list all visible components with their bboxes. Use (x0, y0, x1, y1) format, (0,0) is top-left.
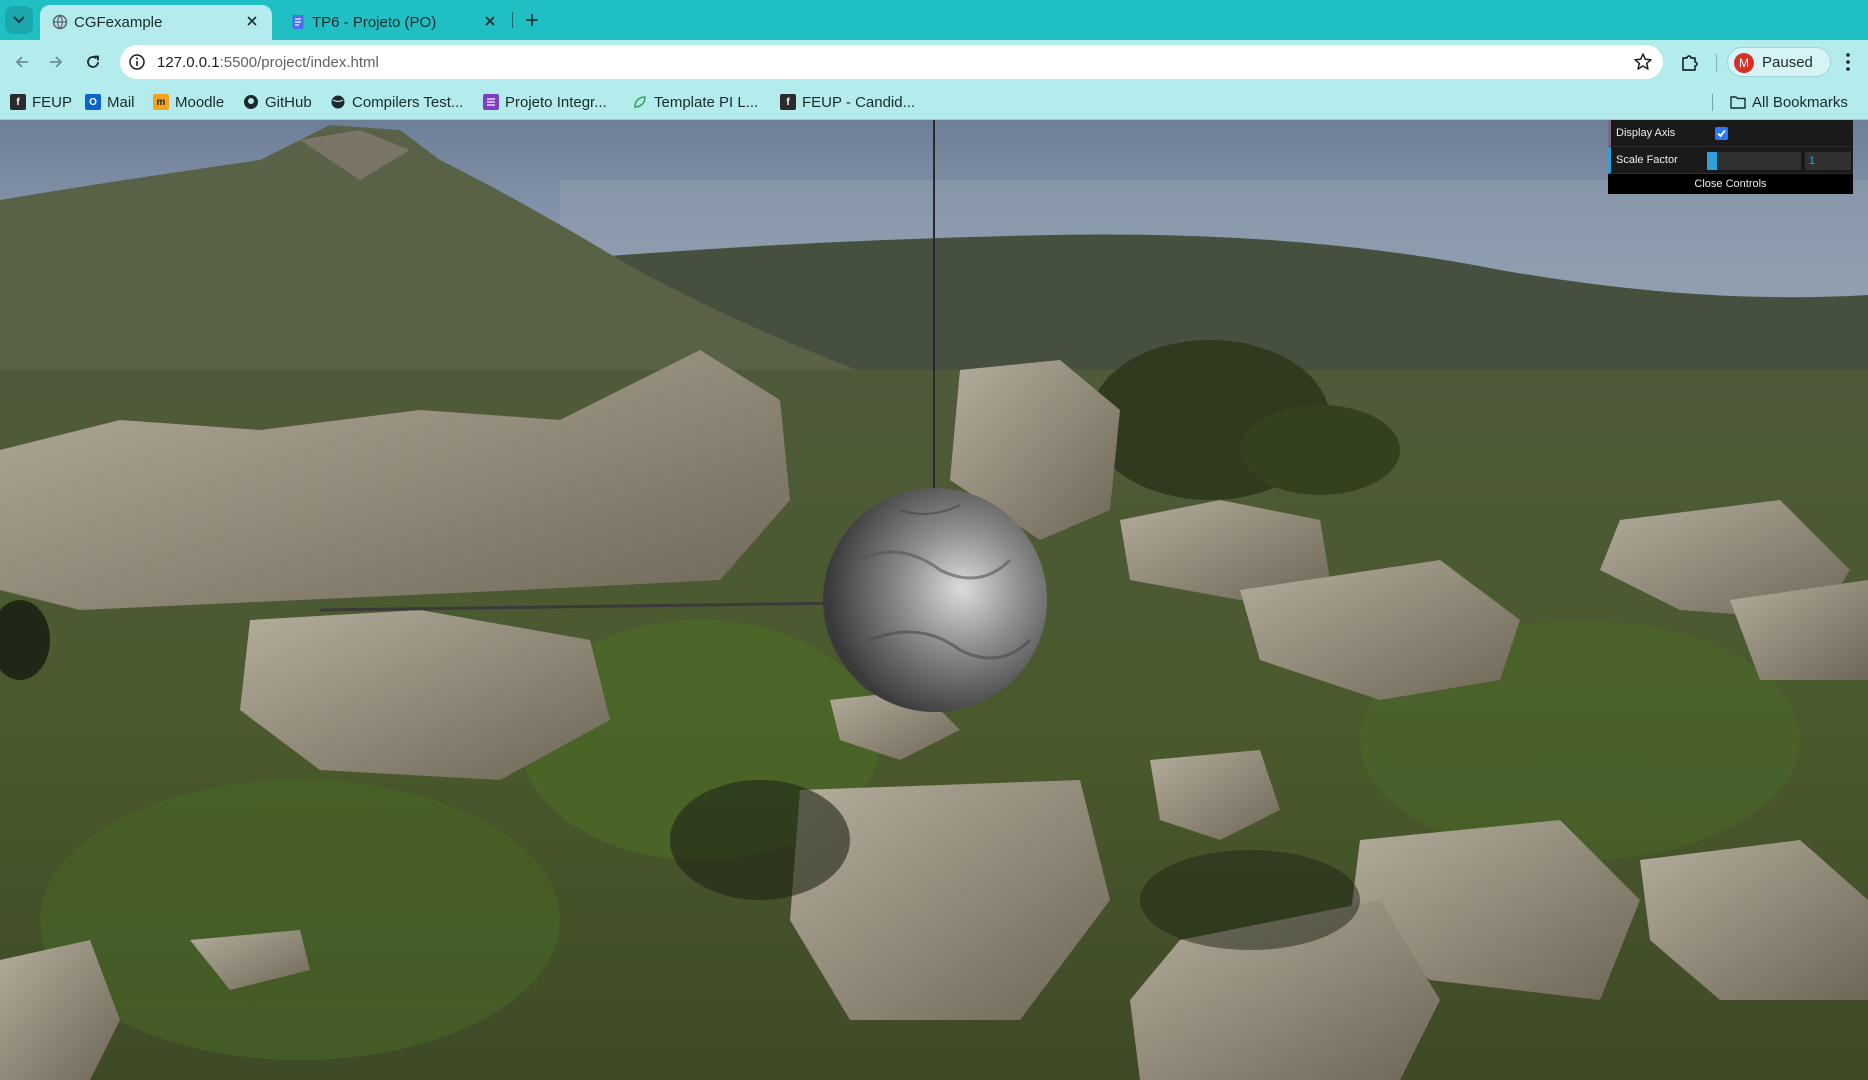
toolbar-divider (1716, 54, 1717, 72)
menu-dots-icon[interactable] (1836, 50, 1860, 74)
bookmark-star-icon[interactable] (1633, 52, 1653, 72)
bookmark-label: GitHub (265, 93, 312, 111)
moodle-icon: m (153, 94, 169, 110)
outlook-icon: O (85, 94, 101, 110)
bookmark-github[interactable]: GitHub (243, 91, 312, 113)
url-host: 127.0.0.1 (157, 54, 220, 71)
bookmark-label: Template PI L... (654, 93, 759, 111)
leaf-icon (632, 94, 648, 110)
feup-icon: f (780, 94, 796, 110)
display-axis-checkbox[interactable] (1715, 127, 1728, 140)
site-info-icon[interactable] (128, 53, 146, 71)
tab-strip: CGFexample TP6 - Projeto (PO) (0, 0, 1868, 40)
checkmark-icon (1717, 129, 1726, 138)
github-icon (243, 94, 259, 110)
close-controls-button[interactable]: Close Controls (1608, 174, 1853, 194)
bookmark-compilers-test[interactable]: Compilers Test... (330, 91, 463, 113)
folder-icon (1730, 94, 1746, 110)
bookmark-moodle[interactable]: m Moodle (153, 91, 224, 113)
reload-icon (87, 55, 99, 68)
display-axis-label: Display Axis (1616, 127, 1676, 139)
bookmark-label: Compilers Test... (352, 93, 464, 111)
bookmarks-divider (1712, 94, 1713, 111)
globe-icon (330, 94, 346, 110)
bookmark-label: FEUP (32, 93, 73, 111)
bookmark-template-pi[interactable]: Template PI L... (632, 91, 758, 113)
bookmark-feup[interactable]: f FEUP (10, 91, 72, 113)
tab-title: CGFexample (74, 14, 163, 31)
scale-factor-label: Scale Factor (1616, 154, 1678, 166)
new-tab-button[interactable] (520, 8, 544, 32)
scale-factor-row: Scale Factor 1 (1608, 147, 1853, 174)
avatar: M (1734, 53, 1754, 73)
reload-button[interactable] (79, 48, 107, 76)
bookmark-label: All Bookmarks (1752, 93, 1848, 111)
tab-divider (512, 12, 513, 28)
chevron-down-icon (13, 16, 25, 24)
tab-search-button[interactable] (5, 6, 33, 34)
browser-toolbar: 127.0.0.1:5500/project/index.html M Paus… (0, 40, 1868, 84)
arrow-left-icon (15, 56, 28, 68)
bookmark-feup-candid[interactable]: f FEUP - Candid... (780, 91, 915, 113)
bookmark-projeto-integr[interactable]: Projeto Integr... (483, 91, 607, 113)
tab-close-button[interactable] (480, 11, 500, 31)
profile-button[interactable]: M Paused (1727, 47, 1831, 77)
tab-tp6-projeto[interactable]: TP6 - Projeto (PO) (278, 5, 510, 40)
bookmark-label: Projeto Integr... (505, 93, 607, 111)
all-bookmarks-button[interactable]: All Bookmarks (1730, 91, 1848, 113)
address-bar[interactable]: 127.0.0.1:5500/project/index.html (120, 45, 1663, 79)
profile-status: Paused (1762, 54, 1813, 71)
webgl-canvas[interactable] (0, 120, 1868, 1080)
tab-close-button[interactable] (242, 11, 262, 31)
plus-icon (526, 14, 538, 26)
url-text[interactable]: 127.0.0.1:5500/project/index.html (157, 54, 379, 71)
tab-title: TP6 - Projeto (PO) (312, 14, 437, 31)
scale-factor-input[interactable]: 1 (1805, 152, 1851, 170)
forward-button[interactable] (42, 48, 70, 76)
back-button[interactable] (8, 48, 36, 76)
textured-sphere (823, 488, 1047, 712)
bookmark-mail[interactable]: O Mail (85, 91, 135, 113)
bookmark-label: Moodle (175, 93, 225, 111)
bookmark-label: Mail (107, 93, 135, 111)
gui-controls-panel: Display Axis Scale Factor 1 Close Contro… (1608, 120, 1853, 194)
docs-icon (292, 15, 304, 29)
arrow-right-icon (50, 56, 63, 68)
bookmark-label: FEUP - Candid... (802, 93, 916, 111)
slider-fill (1707, 152, 1717, 170)
close-icon (247, 16, 257, 26)
display-axis-row[interactable]: Display Axis (1608, 120, 1853, 147)
scale-factor-slider[interactable] (1707, 152, 1801, 170)
tab-cgfexample[interactable]: CGFexample (40, 5, 272, 40)
globe-icon (52, 14, 68, 30)
bookmarks-bar: f FEUP O Mail m Moodle GitHub Compilers … (0, 84, 1868, 120)
close-icon (485, 16, 495, 26)
extensions-icon[interactable] (1678, 50, 1702, 74)
forms-icon (483, 94, 499, 110)
url-path: :5500/project/index.html (219, 54, 379, 71)
feup-icon: f (10, 94, 26, 110)
scene-render (0, 120, 1868, 1080)
